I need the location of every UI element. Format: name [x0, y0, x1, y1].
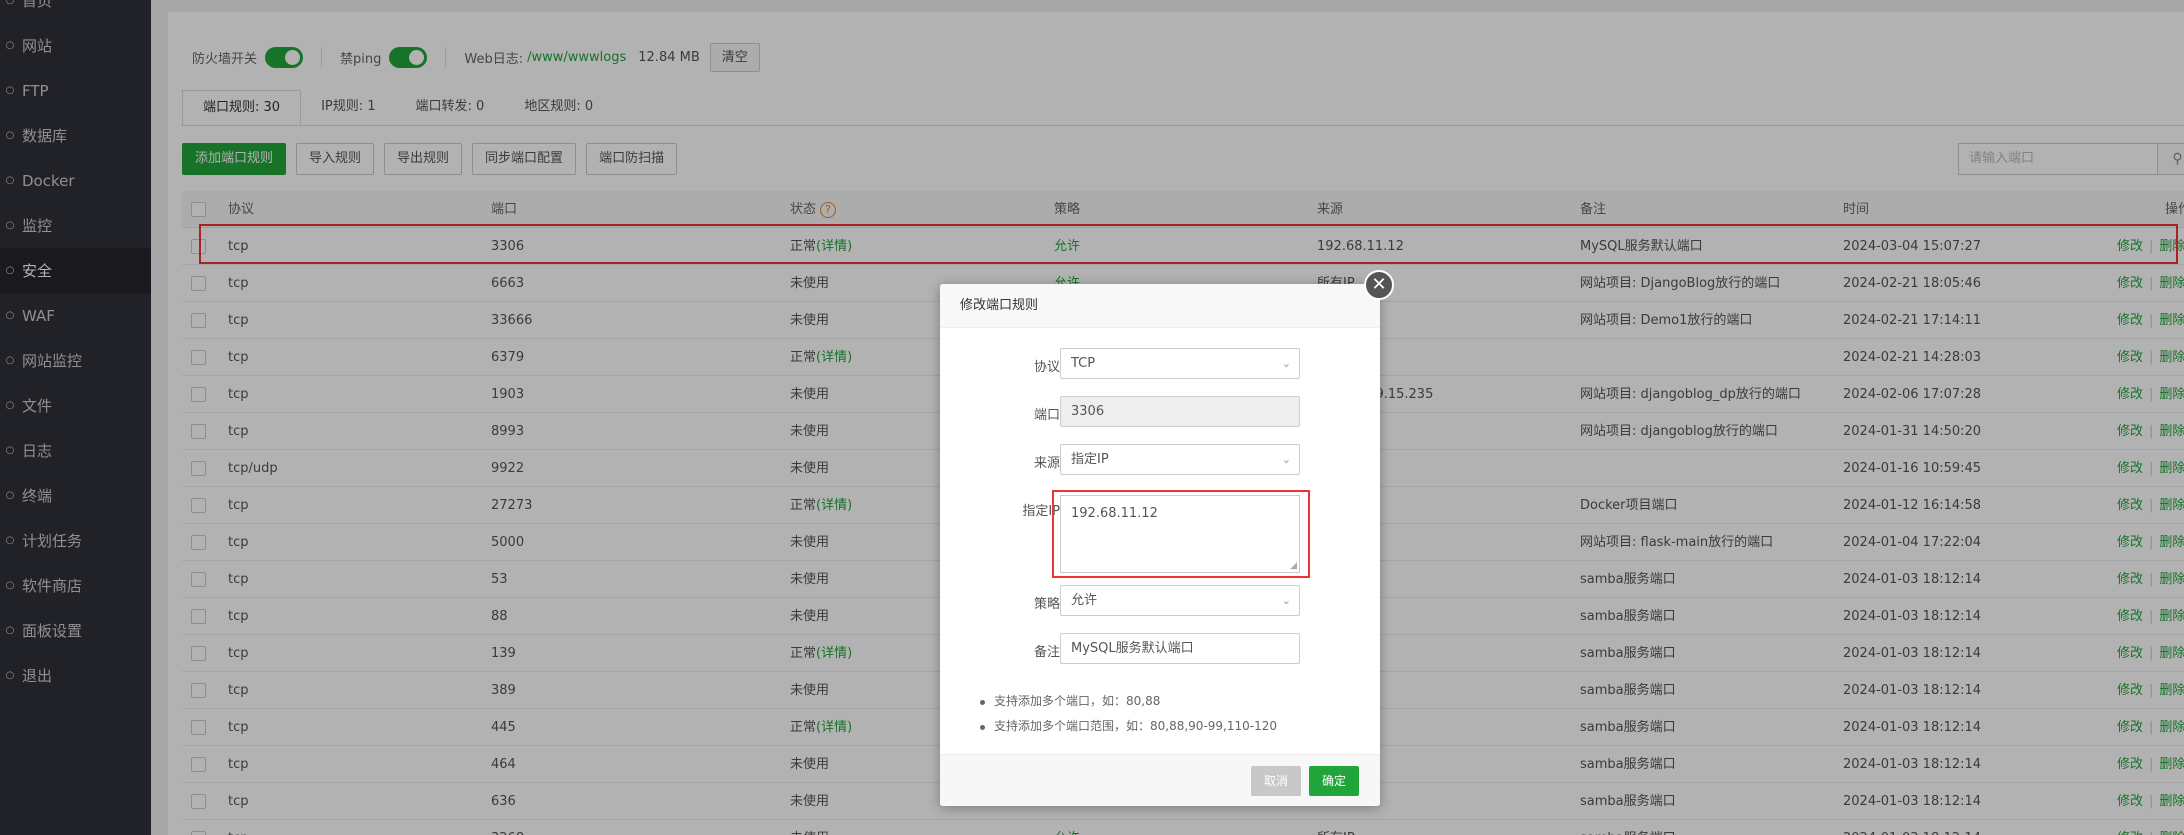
chevron-down-icon: ⌄ [1281, 594, 1291, 607]
protocol-label: 协议 [1033, 360, 1060, 375]
protocol-select[interactable]: TCP ⌄ [1060, 348, 1300, 379]
ip-label: 指定IP [1022, 504, 1060, 519]
remark-input[interactable]: MySQL服务默认端口 [1060, 633, 1300, 664]
port-field: 3306 [1060, 396, 1300, 427]
policy-select[interactable]: 允许 ⌄ [1060, 585, 1300, 616]
close-icon: ✕ [1371, 274, 1387, 295]
ip-highlight-box [1052, 490, 1310, 578]
port-label: 端口 [1033, 408, 1060, 423]
cancel-button[interactable]: 取消 [1251, 766, 1302, 796]
tip-item: 支持添加多个端口范围，如：80,88,90-99,110-120 [980, 714, 1277, 739]
tip-item: 支持添加多个端口，如：80,88 [980, 689, 1277, 714]
policy-label: 策略 [1033, 597, 1060, 612]
dialog-title: 修改端口规则 [940, 284, 1380, 328]
source-select[interactable]: 指定IP ⌄ [1060, 444, 1300, 475]
confirm-button[interactable]: 确定 [1309, 766, 1360, 796]
source-value: 指定IP [1071, 452, 1109, 467]
close-dialog-button[interactable]: ✕ [1364, 270, 1394, 300]
source-label: 来源 [1033, 456, 1060, 471]
dialog-footer: 取消 确定 [940, 754, 1380, 806]
chevron-down-icon: ⌄ [1281, 453, 1291, 466]
chevron-down-icon: ⌄ [1281, 357, 1291, 370]
edit-port-rule-dialog: 修改端口规则 ✕ 协议 TCP ⌄ 端口 3306 来源 指定IP ⌄ 指定IP 1… [940, 270, 1394, 806]
remark-label: 备注 [1033, 645, 1060, 660]
tips-list: 支持添加多个端口，如：80,88 支持添加多个端口范围，如：80,88,90-9… [980, 689, 1277, 739]
protocol-value: TCP [1071, 356, 1096, 371]
policy-value: 允许 [1071, 593, 1098, 608]
